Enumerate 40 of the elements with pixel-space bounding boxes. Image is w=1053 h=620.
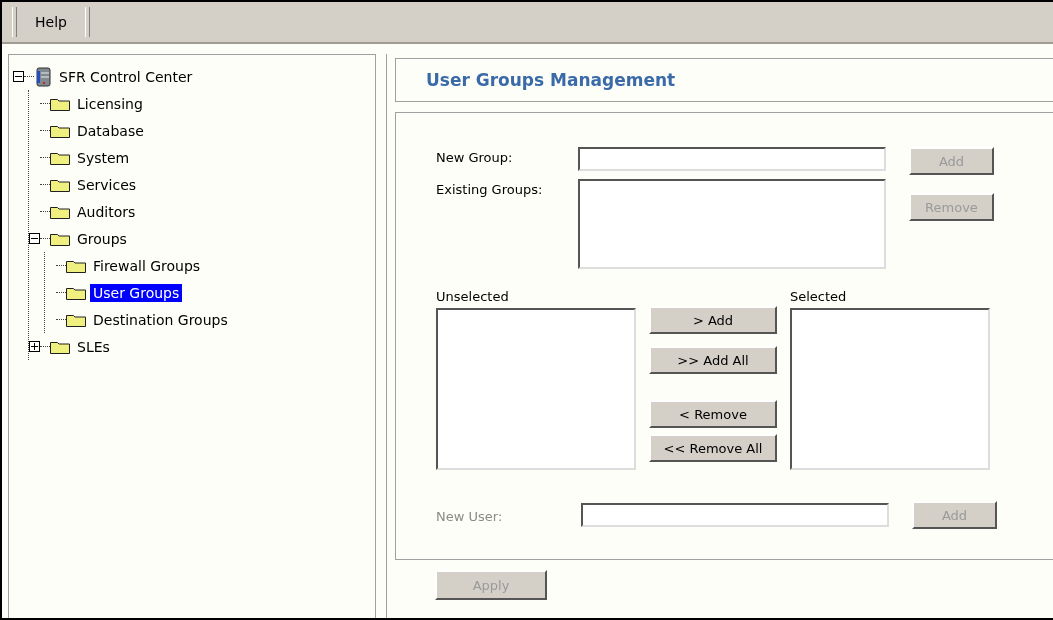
folder-icon <box>50 123 70 138</box>
tree-item[interactable]: Database <box>74 121 147 140</box>
field-label: New User: <box>436 508 504 524</box>
field-label: New Group: <box>436 149 514 165</box>
tree-item[interactable]: SLEs <box>74 337 113 356</box>
transfer-button[interactable]: >> Add All <box>649 346 777 374</box>
tree-item[interactable]: Auditors <box>74 202 139 221</box>
folder-icon <box>66 312 86 327</box>
list-caption: Selected <box>790 289 848 304</box>
unselected-list[interactable] <box>436 308 636 470</box>
server-icon <box>34 66 52 87</box>
tree-item[interactable]: User Groups <box>90 283 183 302</box>
transfer-button[interactable]: << Remove All <box>649 434 777 462</box>
transfer-button[interactable]: < Remove <box>649 400 777 428</box>
folder-icon <box>50 204 70 219</box>
folder-icon <box>66 285 86 300</box>
folder-icon <box>50 177 70 192</box>
page-title: User Groups Management <box>426 70 676 90</box>
folder-icon <box>50 96 70 111</box>
menu-item[interactable]: Help <box>19 10 83 34</box>
tree-item[interactable]: Groups <box>74 229 130 248</box>
field-label: Existing Groups: <box>436 181 544 197</box>
folder-icon <box>50 339 70 354</box>
tree-item[interactable]: SFR Control Center <box>56 67 196 86</box>
group-name-field[interactable] <box>578 147 886 171</box>
collapse-icon[interactable] <box>29 233 40 244</box>
list-caption: Unselected <box>436 289 510 304</box>
groups-list[interactable] <box>578 179 886 269</box>
folder-icon <box>50 150 70 165</box>
folder-icon <box>50 231 70 246</box>
tree-item[interactable]: Licensing <box>74 94 146 113</box>
tree-item[interactable]: System <box>74 148 133 167</box>
folder-icon <box>66 258 86 273</box>
expand-icon[interactable] <box>29 341 40 352</box>
tree-item[interactable]: Destination Groups <box>90 310 231 329</box>
tree-item[interactable]: Services <box>74 175 140 194</box>
selected-list[interactable] <box>790 308 990 470</box>
collapse-icon[interactable] <box>13 71 24 82</box>
tree-item[interactable]: Firewall Groups <box>90 256 204 275</box>
transfer-button[interactable]: > Add <box>649 306 777 334</box>
